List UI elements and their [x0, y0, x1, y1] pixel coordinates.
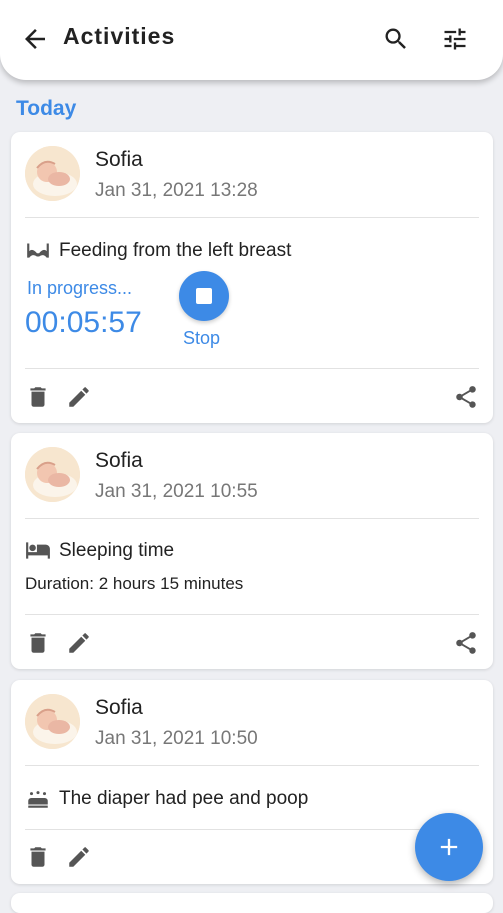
activity-time: Jan 31, 2021 13:28 — [95, 180, 258, 201]
app-bar: Activities — [0, 0, 503, 80]
delete-icon[interactable] — [25, 384, 51, 410]
avatar — [25, 146, 80, 201]
divider — [25, 217, 479, 218]
delete-icon[interactable] — [25, 630, 51, 656]
activity-card[interactable]: Sofia Jan 31, 2021 10:55 Sleeping time D… — [11, 433, 493, 669]
tune-icon[interactable] — [441, 25, 469, 53]
delete-icon[interactable] — [25, 844, 51, 870]
divider — [25, 829, 479, 830]
baby-name: Sofia — [95, 148, 143, 171]
activity-card[interactable] — [11, 893, 493, 913]
avatar — [25, 447, 80, 502]
page-title: Activities — [63, 23, 176, 49]
timer-value: 00:05:57 — [25, 306, 142, 339]
activity-time: Jan 31, 2021 10:55 — [95, 481, 258, 502]
activity-description: Feeding from the left breast — [59, 240, 292, 261]
duration-text: Duration: 2 hours 15 minutes — [25, 574, 244, 593]
stop-label[interactable]: Stop — [183, 328, 220, 349]
divider — [25, 368, 479, 369]
edit-icon[interactable] — [66, 384, 92, 410]
activity-description: The diaper had pee and poop — [59, 788, 309, 809]
add-icon — [440, 838, 458, 856]
activity-time: Jan 31, 2021 10:50 — [95, 728, 258, 749]
diaper-icon — [28, 791, 48, 808]
activity-card[interactable]: Sofia Jan 31, 2021 13:28 Feeding from th… — [11, 132, 493, 423]
search-icon[interactable] — [382, 25, 410, 53]
divider — [25, 518, 479, 519]
stop-button[interactable] — [179, 271, 229, 321]
share-icon[interactable] — [453, 384, 479, 410]
edit-icon[interactable] — [66, 630, 92, 656]
add-button[interactable] — [415, 813, 483, 881]
avatar — [25, 694, 80, 749]
bra-icon — [27, 243, 49, 258]
bed-icon — [26, 542, 50, 559]
share-icon[interactable] — [453, 630, 479, 656]
baby-name: Sofia — [95, 696, 143, 719]
arrow-back-icon[interactable] — [20, 24, 50, 54]
baby-name: Sofia — [95, 449, 143, 472]
edit-icon[interactable] — [66, 844, 92, 870]
status-label: In progress... — [27, 278, 133, 298]
section-title-today: Today — [16, 97, 77, 120]
stop-icon — [196, 288, 212, 304]
divider — [25, 765, 479, 766]
activity-description: Sleeping time — [59, 540, 175, 561]
divider — [25, 614, 479, 615]
